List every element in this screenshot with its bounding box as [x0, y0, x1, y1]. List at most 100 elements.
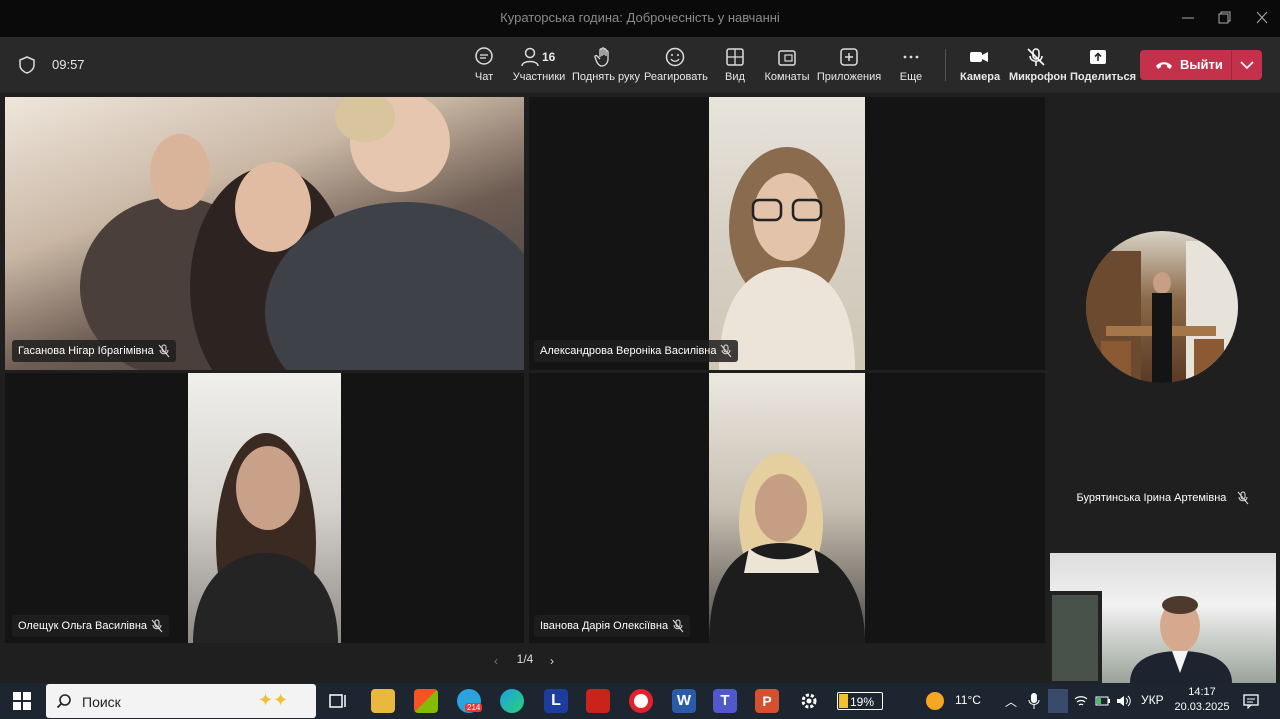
- view-button[interactable]: Вид: [722, 46, 748, 83]
- video-person-image: [193, 433, 338, 643]
- self-view-image: [1050, 591, 1232, 683]
- clock[interactable]: 14:17 20.03.2025: [1174, 685, 1230, 715]
- share-button[interactable]: Поделиться: [1070, 46, 1137, 83]
- microphone-button[interactable]: Микрофон: [1009, 46, 1067, 83]
- apps-label: Приложения: [816, 71, 882, 83]
- smiley-icon: [665, 47, 685, 67]
- meeting-timer: 09:57: [52, 57, 85, 72]
- video-feed: [709, 97, 865, 370]
- participant-name-tag: Гасанова Нігар Ібрагімівна: [12, 340, 176, 362]
- avatar[interactable]: [1086, 231, 1238, 383]
- microphone-tray-icon[interactable]: [1028, 692, 1040, 710]
- avatar-image: [1086, 241, 1238, 383]
- participant-tile[interactable]: Олещук Ольга Василівна: [5, 373, 524, 643]
- teams-icon[interactable]: T: [713, 689, 737, 713]
- participant-name: Олещук Ольга Василівна: [18, 620, 148, 632]
- chat-button[interactable]: Чат: [470, 46, 498, 83]
- search-icon: [56, 694, 71, 709]
- word-icon[interactable]: W: [672, 689, 696, 713]
- pen-icon[interactable]: [1048, 689, 1068, 713]
- edge-icon[interactable]: [500, 689, 524, 713]
- powerpoint-icon[interactable]: P: [755, 689, 779, 713]
- react-label: Реагировать: [644, 71, 708, 83]
- microphone-label: Микрофон: [1009, 71, 1067, 83]
- chevron-left-icon[interactable]: ‹: [494, 654, 498, 668]
- clock-date: 20.03.2025: [1174, 701, 1230, 713]
- react-button[interactable]: Реагировать: [644, 46, 708, 83]
- participants-label: Участники: [512, 71, 566, 83]
- people-icon: [521, 47, 539, 67]
- weather-temperature[interactable]: 11°C: [955, 693, 981, 707]
- chevron-right-icon[interactable]: ›: [550, 654, 554, 668]
- shield-icon: [19, 56, 35, 74]
- chat-icon: [475, 47, 493, 65]
- acrobat-icon[interactable]: [586, 689, 610, 713]
- telegram-badge: 214: [465, 703, 483, 712]
- share-label: Поделиться: [1070, 71, 1137, 83]
- l-app-icon[interactable]: L: [544, 689, 568, 713]
- participant-name-tag: Олещук Ольга Василівна: [12, 615, 170, 637]
- participants-count: 16: [542, 50, 556, 64]
- mic-muted-icon: [158, 344, 170, 358]
- wifi-icon[interactable]: [1074, 694, 1088, 708]
- rooms-button[interactable]: Комнаты: [764, 46, 810, 83]
- video-stage: Гасанова Нігар Ібрагімівна Александрова …: [0, 93, 1280, 683]
- more-button[interactable]: Еще: [898, 46, 924, 83]
- participant-tile[interactable]: Гасанова Нігар Ібрагімівна: [5, 97, 524, 370]
- chevron-down-icon[interactable]: [1232, 50, 1262, 80]
- telegram-icon[interactable]: 214: [457, 689, 483, 713]
- camera-label: Камера: [960, 71, 1001, 83]
- page-indicator: 1/4: [516, 652, 534, 666]
- language-indicator[interactable]: УКР: [1141, 693, 1164, 707]
- apps-button[interactable]: Приложения: [816, 46, 882, 83]
- store-icon[interactable]: [414, 689, 438, 713]
- add-app-icon: [840, 48, 858, 66]
- file-explorer-icon[interactable]: [371, 689, 395, 713]
- close-icon[interactable]: [1252, 9, 1272, 27]
- rooms-label: Комнаты: [764, 71, 810, 83]
- hand-icon: [594, 47, 609, 67]
- restore-icon[interactable]: [1214, 9, 1234, 27]
- chevron-up-icon[interactable]: ︿: [1005, 693, 1017, 710]
- participants-button[interactable]: 16 Участники: [512, 46, 566, 83]
- mic-muted-icon: [151, 619, 163, 633]
- video-person-image: [719, 147, 855, 370]
- window-title: Кураторська година: Доброчесність у навч…: [500, 10, 780, 25]
- settings-gear-icon[interactable]: [797, 689, 821, 713]
- grid-view-icon: [726, 48, 744, 66]
- taskbar: Поиск ✦✦ 214 L W T P 19% 11°C ︿ УКР 14:1…: [0, 683, 1280, 719]
- weather-sun-icon[interactable]: [926, 692, 944, 710]
- leave-button[interactable]: Выйти: [1140, 50, 1231, 80]
- leave-label: Выйти: [1180, 57, 1223, 72]
- opera-icon[interactable]: [629, 689, 653, 713]
- video-people-image: [80, 97, 524, 370]
- title-bar: Кураторська година: Доброчесність у навч…: [0, 0, 1280, 37]
- participant-name: Александрова Вероніка Василівна: [540, 345, 717, 357]
- battery-percent: 19%: [850, 695, 875, 709]
- raise-hand-button[interactable]: Поднять руку: [572, 46, 640, 83]
- video-feed: [5, 97, 524, 370]
- participant-name: Бурятинська Ірина Артемівна: [1076, 491, 1227, 504]
- video-person-image: [709, 453, 865, 643]
- task-view-icon[interactable]: [326, 689, 350, 713]
- notification-icon[interactable]: [1242, 692, 1260, 710]
- camera-button[interactable]: Камера: [960, 46, 1001, 83]
- more-icon: [903, 55, 919, 59]
- windows-start-icon[interactable]: [13, 692, 31, 710]
- battery-tray-icon[interactable]: [1095, 694, 1111, 708]
- self-view-video[interactable]: [1050, 553, 1276, 683]
- participant-tile[interactable]: Іванова Дарія Олексіївна: [529, 373, 1045, 643]
- participant-tile[interactable]: Александрова Вероніка Василівна: [529, 97, 1045, 370]
- mic-muted-icon: [1238, 491, 1249, 505]
- rooms-icon: [778, 50, 796, 66]
- meeting-toolbar: 09:57 Чат 16 Участники Поднять руку Реаг…: [0, 37, 1280, 93]
- volume-icon[interactable]: [1116, 694, 1132, 708]
- battery-indicator[interactable]: 19%: [837, 692, 883, 710]
- participant-name-tag: Іванова Дарія Олексіївна: [534, 615, 691, 637]
- minimize-icon[interactable]: [1178, 9, 1198, 27]
- participant-name-tag: Бурятинська Ірина Артемівна: [1052, 491, 1274, 505]
- participant-name: Іванова Дарія Олексіївна: [540, 620, 669, 632]
- view-label: Вид: [725, 71, 745, 83]
- taskbar-search[interactable]: Поиск ✦✦: [46, 684, 316, 718]
- hang-up-icon: [1156, 62, 1172, 69]
